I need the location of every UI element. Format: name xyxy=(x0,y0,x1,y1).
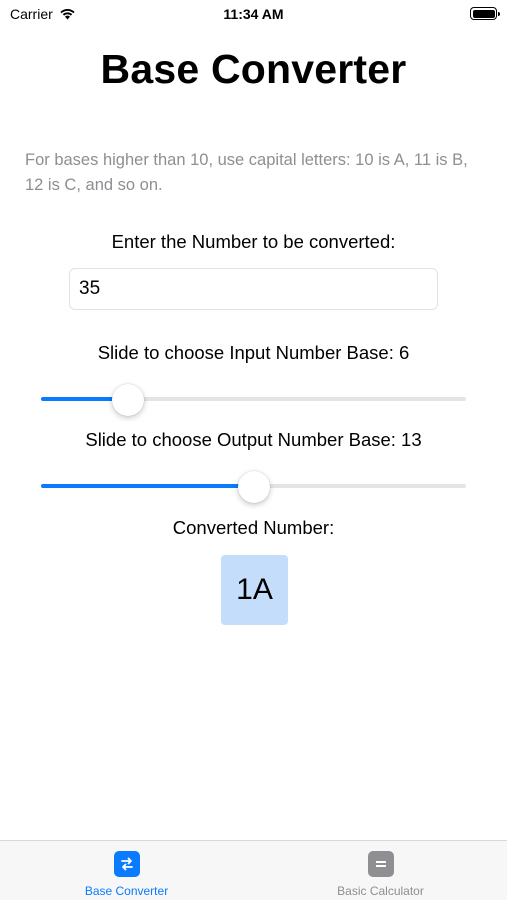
status-time: 11:34 AM xyxy=(223,6,284,22)
page-title: Base Converter xyxy=(100,46,407,92)
slider-fill xyxy=(41,484,255,488)
output-base-label: Slide to choose Output Number Base: 13 xyxy=(85,429,422,450)
battery-icon xyxy=(470,7,500,20)
app-screen: Carrier 11:34 AM Base Converter For base… xyxy=(0,0,507,900)
output-base-slider[interactable] xyxy=(41,471,466,503)
result-label: Converted Number: xyxy=(172,517,335,538)
number-input-label: Enter the Number to be converted: xyxy=(111,231,396,252)
input-base-slider[interactable] xyxy=(41,384,466,416)
number-input[interactable] xyxy=(69,268,438,310)
slider-thumb[interactable] xyxy=(238,471,271,503)
tab-label: Base Converter xyxy=(84,884,169,898)
input-base-label: Slide to choose Input Number Base: 6 xyxy=(97,342,410,363)
equals-icon xyxy=(367,851,394,877)
hint-text: For bases higher than 10, use capital le… xyxy=(25,151,468,194)
slider-thumb[interactable] xyxy=(112,384,145,416)
status-bar: Carrier 11:34 AM xyxy=(0,0,507,28)
swap-arrows-icon xyxy=(113,851,140,877)
converted-number: 1A xyxy=(221,555,288,625)
tab-base-converter[interactable]: Base Converter xyxy=(0,841,253,900)
tab-bar: Base Converter Basic Calculator xyxy=(0,840,507,900)
battery-level xyxy=(472,9,495,18)
tab-label: Basic Calculator xyxy=(337,884,424,898)
tab-basic-calculator[interactable]: Basic Calculator xyxy=(254,841,507,900)
